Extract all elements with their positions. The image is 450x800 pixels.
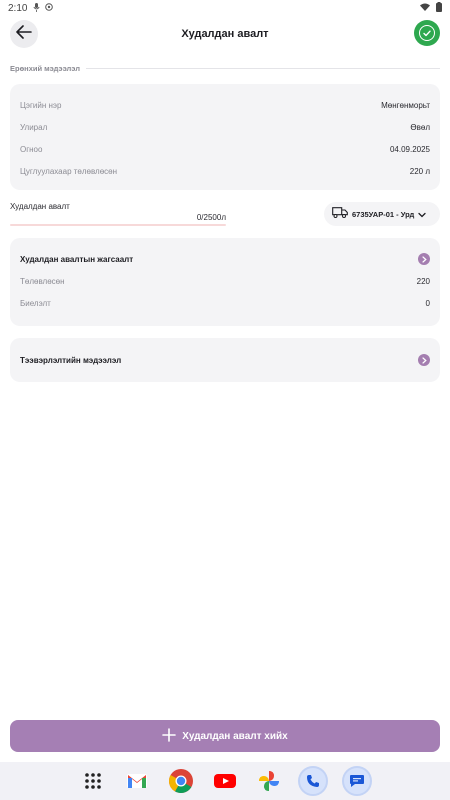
transport-info-title: Тээвэрлэлтийн мэдээлэл (20, 355, 122, 365)
youtube-icon[interactable] (210, 766, 240, 796)
sales-progress-count: 0/2500л (196, 213, 226, 222)
messages-icon[interactable] (342, 766, 372, 796)
info-value: 220 л (409, 166, 430, 176)
progress-bar (10, 224, 226, 226)
general-info-heading: Ерөнхий мэдээлэл (10, 62, 440, 74)
divider (86, 67, 440, 69)
sales-list-row-fulfilled: Биелэлт 0 (20, 292, 430, 314)
info-label: Цэгийн нэр (20, 100, 62, 110)
info-value: Мөнгөнморьт (381, 100, 430, 110)
sales-progress-label: Худалдан авалт (10, 202, 70, 211)
sales-list-row-planned: Төлөвлөсөн 220 (20, 270, 430, 292)
sales-list-title: Худалдан авалтын жагсаалт (20, 254, 134, 264)
general-info-heading-text: Ерөнхий мэдээлэл (10, 63, 81, 73)
sales-list-header: Худалдан авалтын жагсаалт (20, 248, 430, 270)
app-bar: Худалдан авалт (0, 18, 450, 50)
gmail-icon[interactable] (122, 766, 152, 796)
back-button[interactable] (10, 20, 38, 48)
add-purchase-button[interactable]: Худалдан авалт хийх (10, 720, 440, 752)
sales-list-card[interactable]: Худалдан авалтын жагсаалт Төлөвлөсөн 220… (10, 238, 440, 326)
arrow-left-icon (16, 24, 32, 44)
status-time: 2:10 (8, 2, 28, 14)
chevron-right-icon[interactable] (418, 354, 430, 366)
check-circle-icon (419, 25, 435, 41)
sales-list-value: 0 (425, 298, 430, 308)
add-purchase-button-label: Худалдан авалт хийх (182, 730, 288, 742)
phone-icon[interactable] (298, 766, 328, 796)
transport-info-card[interactable]: Тээвэрлэлтийн мэдээлэл (10, 338, 440, 382)
general-info-card: Цэгийн нэр Мөнгөнморьт Улирал Өвөл Огноо… (10, 84, 440, 190)
chevron-down-icon (418, 205, 426, 223)
microphone-icon (33, 2, 41, 14)
app-dock (0, 762, 450, 800)
info-label: Цуглуулахаар төлөвлөсөн (20, 166, 118, 176)
app-drawer-icon[interactable] (78, 766, 108, 796)
chrome-icon[interactable] (166, 766, 196, 796)
photos-icon[interactable] (254, 766, 284, 796)
truck-icon (332, 205, 348, 223)
info-row-planned-collection: Цуглуулахаар төлөвлөсөн 220 л (20, 160, 430, 182)
sales-list-label: Төлөвлөсөн (20, 276, 65, 286)
info-row-point-name: Цэгийн нэр Мөнгөнморьт (20, 94, 430, 116)
info-label: Улирал (20, 122, 48, 132)
status-bar: 2:10 (0, 0, 450, 16)
chevron-right-icon[interactable] (418, 253, 430, 265)
sales-list-label: Биелэлт (20, 298, 51, 308)
page-title: Худалдан авалт (181, 28, 269, 40)
vehicle-select[interactable]: 6735УАР-01 - Урд (324, 202, 440, 226)
notification-icon (45, 3, 54, 13)
info-row-season: Улирал Өвөл (20, 116, 430, 138)
sales-progress: Худалдан авалт 0/2500л (10, 202, 226, 226)
confirm-button[interactable] (414, 20, 440, 46)
plus-icon (162, 727, 177, 745)
wifi-icon (420, 3, 430, 14)
info-value: 04.09.2025 (389, 144, 430, 154)
info-value: Өвөл (410, 122, 430, 132)
info-label: Огноо (20, 144, 43, 154)
sales-list-value: 220 (416, 276, 430, 286)
battery-icon (436, 1, 442, 15)
vehicle-select-value: 6735УАР-01 - Урд (352, 209, 415, 219)
info-row-date: Огноо 04.09.2025 (20, 138, 430, 160)
